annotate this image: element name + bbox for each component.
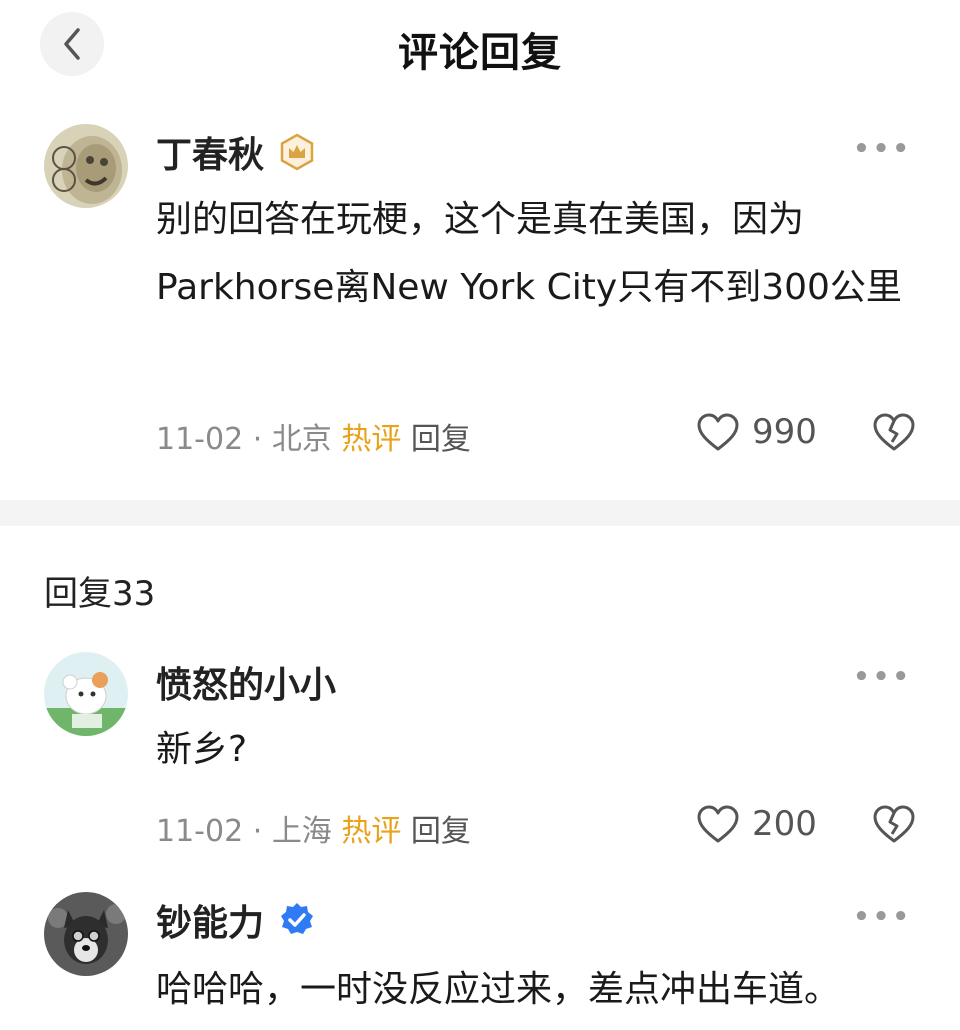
comment-author[interactable]: 钞能力 — [156, 894, 316, 946]
reply-count-label: 回复33 — [44, 574, 156, 614]
author-name[interactable]: 丁春秋 — [156, 126, 264, 178]
hot-comment-badge: 热评 — [341, 814, 402, 849]
like-count: 200 — [752, 804, 817, 844]
broken-heart-icon — [873, 413, 915, 451]
comment-location: 上海 — [271, 814, 332, 849]
comment-text: 新乡? — [156, 729, 248, 770]
comment-date: 11-02 — [156, 422, 244, 457]
comment-text: 哈哈哈，一时没反应过来，差点冲出车道。 — [156, 969, 841, 1010]
reply-button[interactable]: 回复 — [411, 814, 471, 849]
comment-date: 11-02 — [156, 814, 244, 849]
like-count: 990 — [752, 412, 817, 452]
reply-button[interactable]: 回复 — [411, 422, 471, 457]
dislike-button[interactable] — [872, 412, 916, 456]
comment-author[interactable]: 愤怒的小小 — [156, 656, 336, 708]
avatar[interactable] — [44, 652, 128, 736]
comment-text: 别的回答在玩梗，这个是真在美国，因为Parkhorse离New York Cit… — [156, 199, 902, 308]
comment-author[interactable]: 丁春秋 — [156, 126, 316, 178]
avatar[interactable] — [44, 892, 128, 976]
heart-icon — [697, 805, 739, 843]
heart-icon — [697, 413, 739, 451]
author-name[interactable]: 愤怒的小小 — [156, 656, 336, 708]
avatar[interactable] — [44, 124, 128, 208]
like-button[interactable]: 990 — [696, 412, 817, 452]
section-divider — [0, 500, 960, 526]
main-comment: 丁春秋 ••• 别的回答在玩梗，这个是真在美国，因为Parkhorse离New … — [0, 0, 960, 500]
meta-separator: · — [252, 814, 272, 849]
crown-badge-icon — [278, 133, 316, 171]
meta-separator: · — [252, 422, 272, 457]
more-dots-icon[interactable]: ••• — [853, 134, 912, 164]
verified-check-icon — [278, 901, 316, 939]
dislike-button[interactable] — [872, 804, 916, 848]
like-button[interactable]: 200 — [696, 804, 817, 844]
author-name[interactable]: 钞能力 — [156, 894, 264, 946]
comment-location: 北京 — [271, 422, 332, 457]
comment-meta: 11-02 · 上海 热评 回复 — [156, 806, 471, 850]
more-dots-icon[interactable]: ••• — [853, 662, 912, 692]
hot-comment-badge: 热评 — [341, 422, 402, 457]
more-dots-icon[interactable]: ••• — [853, 902, 912, 932]
broken-heart-icon — [873, 805, 915, 843]
comment-meta: 11-02 · 北京 热评 回复 — [156, 414, 471, 458]
